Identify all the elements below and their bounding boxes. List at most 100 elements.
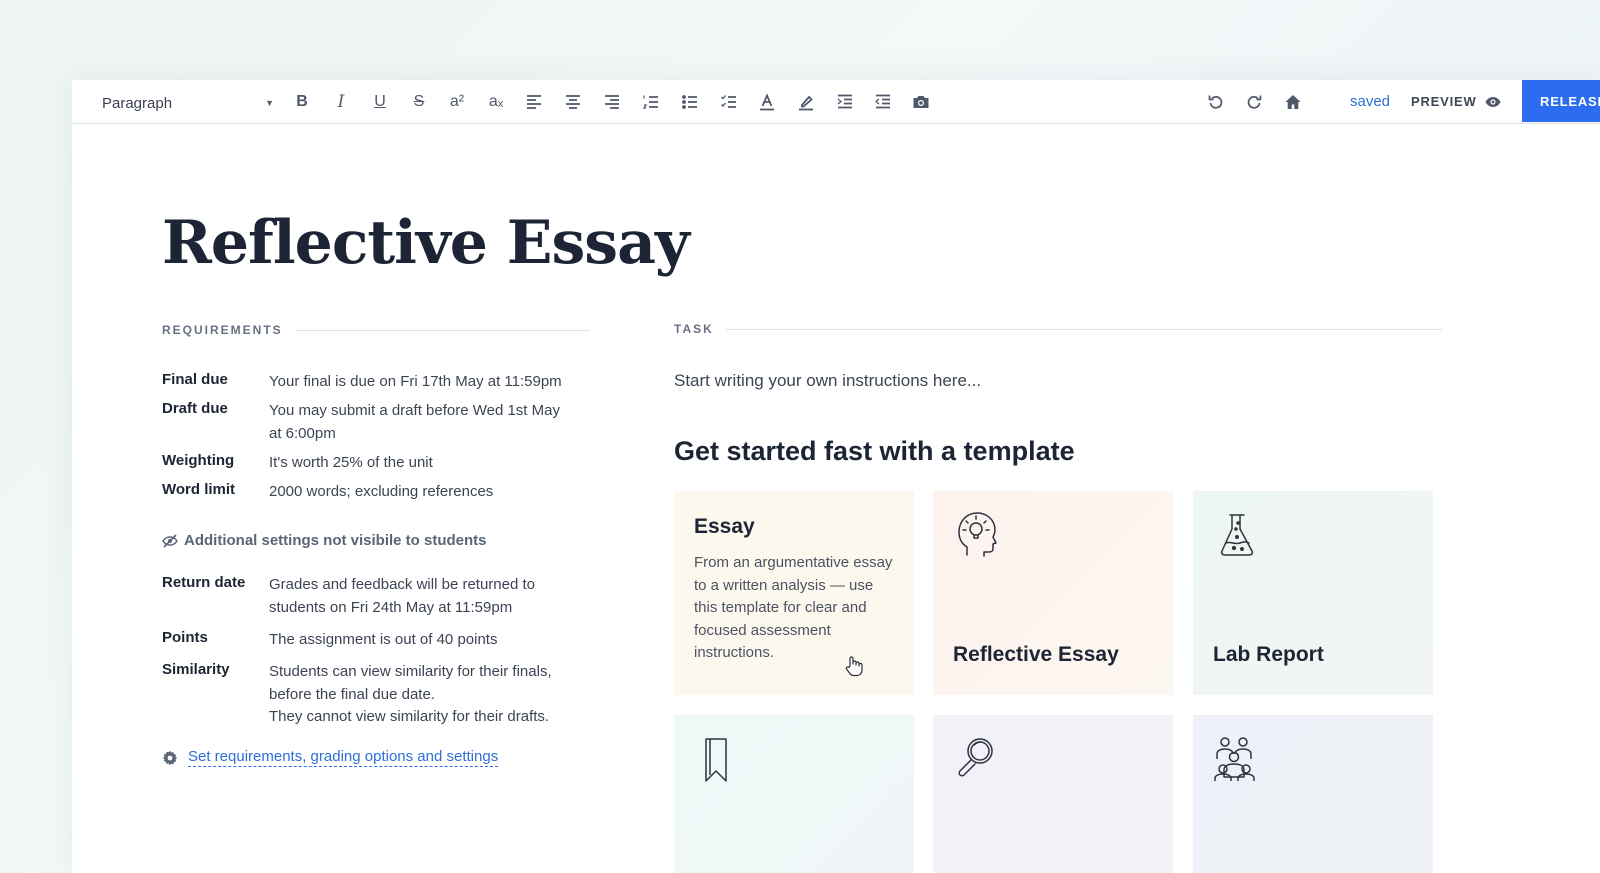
indent-icon [837, 94, 852, 109]
block-format-value: Paragraph [102, 94, 173, 112]
value-line: Your final is due on Fri 17th May at 11:… [269, 373, 562, 390]
value-line: You may submit a draft before Wed 1st Ma… [269, 402, 560, 419]
bold-icon: B [296, 93, 308, 110]
text-color-icon [760, 93, 774, 111]
value-line: It's worth 25% of the unit [269, 454, 433, 471]
divider [725, 328, 1442, 330]
template-card-description: From an argumentative essay to a written… [694, 554, 893, 661]
task-instructions-input[interactable]: Start writing your own instructions here… [674, 371, 981, 391]
align-right-button[interactable] [599, 90, 625, 114]
bold-button[interactable]: B [289, 90, 315, 114]
value-line: They cannot view similarity for their dr… [269, 708, 550, 725]
redo-button[interactable] [1241, 90, 1267, 114]
editor-toolbar: Paragraph ▼ B I U S a² aₓ saved PREVIEW … [72, 80, 1600, 124]
requirement-row-similarity: Similarity Students can view similarity … [162, 661, 599, 729]
template-card-title: Lab Report [1213, 643, 1324, 666]
group-icon [1214, 737, 1255, 781]
text-color-button[interactable] [754, 90, 780, 114]
outdent-button[interactable] [870, 90, 896, 114]
document-title[interactable]: Reflective Essay [162, 208, 690, 278]
template-card-title: Reflective Essay [953, 643, 1119, 666]
requirement-key: Return date [162, 574, 246, 591]
outdent-icon [874, 94, 890, 109]
value-line: Grades and feedback will be returned to [269, 576, 535, 593]
ordered-list-button[interactable] [638, 90, 664, 114]
redo-icon [1247, 95, 1262, 109]
caret-down-icon: ▼ [265, 98, 274, 108]
requirement-row-return-date: Return date Grades and feedback will be … [162, 574, 599, 619]
hand-cursor-icon [845, 656, 863, 677]
requirement-key: Word limit [162, 481, 236, 498]
insert-image-button[interactable] [908, 90, 934, 114]
eye-off-icon [162, 533, 178, 548]
requirement-value: Your final is due on Fri 17th May at 11:… [269, 371, 599, 394]
task-label-text: TASK [674, 322, 714, 336]
template-card-reflective-essay[interactable]: Reflective Essay [933, 491, 1173, 695]
superscript-icon: a² [449, 93, 465, 110]
template-heading: Get started fast with a template [674, 436, 1075, 466]
requirement-key: Final due [162, 371, 228, 388]
requirement-value: 2000 words; excluding references [269, 481, 599, 504]
subscript-button[interactable]: aₓ [483, 90, 509, 114]
align-left-button[interactable] [521, 90, 547, 114]
requirement-value: The assignment is out of 40 points [269, 629, 599, 652]
settings-link[interactable]: Set requirements, grading options and se… [162, 748, 499, 767]
requirement-key: Weighting [162, 452, 235, 469]
template-card-title: Essay [694, 515, 755, 538]
template-card-essay[interactable]: Essay From an argumentative essay to a w… [674, 491, 914, 695]
ordered-list-icon [642, 95, 658, 109]
italic-icon: I [337, 92, 345, 112]
align-center-button[interactable] [560, 90, 586, 114]
align-left-icon [527, 95, 541, 109]
flask-icon [1220, 514, 1254, 556]
eye-icon [1485, 96, 1501, 107]
bookmark-icon [705, 738, 727, 782]
template-card-5[interactable] [933, 715, 1173, 873]
camera-icon [913, 96, 929, 108]
value-line: students on Fri 24th May at 11:59pm [269, 598, 513, 616]
template-card-4[interactable] [674, 715, 914, 873]
align-center-icon [566, 95, 580, 109]
hidden-settings-note: Additional settings not visibile to stud… [162, 532, 487, 549]
home-button[interactable] [1280, 90, 1306, 114]
requirement-value: You may submit a draft before Wed 1st Ma… [269, 400, 599, 445]
strikethrough-button[interactable]: S [406, 90, 432, 114]
checklist-button[interactable] [716, 90, 742, 114]
head-lightbulb-icon [958, 512, 997, 557]
highlight-button[interactable] [793, 90, 819, 114]
template-card-lab-report[interactable]: Lab Report [1193, 491, 1433, 695]
requirement-row-final-due: Final due Your final is due on Fri 17th … [162, 371, 599, 394]
bullet-list-button[interactable] [677, 90, 703, 114]
underline-button[interactable]: U [367, 90, 393, 114]
indent-button[interactable] [832, 90, 858, 114]
home-icon [1285, 95, 1301, 109]
bullet-list-icon [682, 95, 697, 109]
requirement-key: Similarity [162, 661, 230, 678]
requirement-key: Points [162, 629, 208, 646]
strikethrough-icon: S [413, 93, 425, 110]
divider [294, 329, 590, 331]
undo-icon [1208, 95, 1223, 109]
block-format-select[interactable]: Paragraph ▼ [102, 92, 274, 114]
value-line: 2000 words; excluding references [269, 483, 494, 500]
italic-button[interactable]: I [328, 90, 354, 114]
requirement-value: Students can view similarity for their f… [269, 661, 599, 729]
preview-label: PREVIEW [1411, 94, 1477, 109]
value-line: Students can view similarity for their f… [269, 663, 552, 680]
value-line: before the final due date. [269, 685, 435, 703]
underline-icon: U [374, 93, 386, 110]
requirement-row-word-limit: Word limit 2000 words; excluding referen… [162, 481, 599, 504]
requirement-value: Grades and feedback will be returned to … [269, 574, 599, 619]
preview-button[interactable]: PREVIEW [1411, 94, 1501, 109]
editor-window: Paragraph ▼ B I U S a² aₓ saved PREVIEW … [72, 80, 1600, 873]
settings-link-text[interactable]: Set requirements, grading options and se… [188, 748, 499, 767]
value-line: The assignment is out of 40 points [269, 631, 498, 648]
release-button[interactable]: RELEASE [1522, 80, 1600, 122]
template-card-6[interactable] [1193, 715, 1433, 873]
task-label: TASK [674, 322, 1442, 336]
magnifier-icon [958, 738, 993, 777]
undo-button[interactable] [1203, 90, 1229, 114]
superscript-button[interactable]: a² [444, 90, 470, 114]
requirements-label-text: REQUIREMENTS [162, 323, 283, 337]
requirement-row-points: Points The assignment is out of 40 point… [162, 629, 599, 652]
